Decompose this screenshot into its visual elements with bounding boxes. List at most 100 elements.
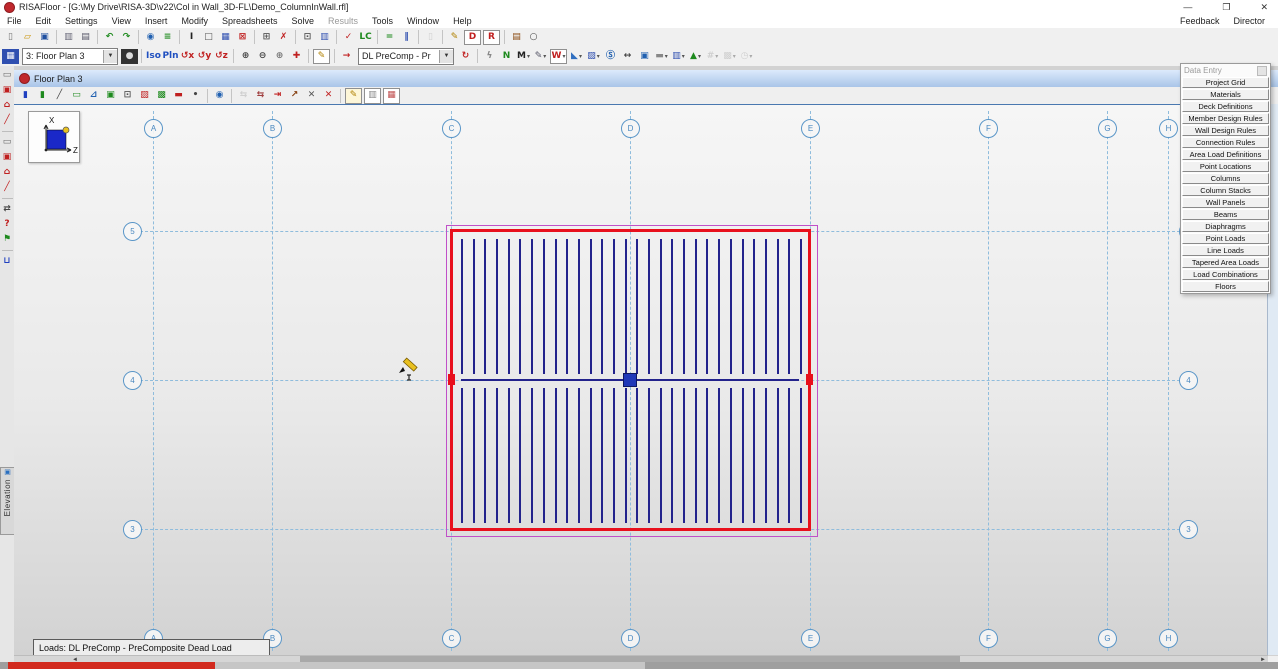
member-query-icon[interactable]: ? bbox=[1, 218, 14, 231]
draw-rectangle-icon[interactable]: ▭ bbox=[68, 89, 85, 103]
open-folder-icon[interactable]: ▱ bbox=[19, 30, 36, 45]
joist-member[interactable] bbox=[496, 239, 498, 374]
data-entry-columns[interactable]: Columns bbox=[1182, 173, 1269, 184]
node-labels-icon[interactable]: N bbox=[498, 49, 515, 64]
copy-icon[interactable]: ▥ bbox=[60, 30, 77, 45]
render-gradient-icon[interactable]: ◣▾ bbox=[568, 49, 585, 64]
data-entry-beams[interactable]: Beams bbox=[1182, 209, 1269, 220]
lock-open-icon[interactable]: ⊔ bbox=[1, 255, 14, 268]
elevation-tab[interactable]: ▣ Elevation bbox=[0, 467, 15, 535]
joist-member[interactable] bbox=[671, 239, 673, 374]
draw-column-blue-icon[interactable]: ▮ bbox=[17, 89, 34, 103]
zoom-select-icon[interactable]: ▣ bbox=[636, 49, 653, 64]
wall-edge-handle[interactable] bbox=[806, 374, 813, 385]
report-editor-icon[interactable]: ✎ bbox=[446, 30, 463, 45]
joist-member[interactable] bbox=[777, 239, 779, 374]
snapshot-camera-icon[interactable]: ● bbox=[121, 49, 138, 64]
joist-member[interactable] bbox=[765, 239, 767, 374]
joist-member[interactable] bbox=[660, 388, 662, 523]
menu-spreadsheets[interactable]: Spreadsheets bbox=[215, 16, 285, 26]
edit-drawing-icon[interactable]: ✎ bbox=[313, 49, 330, 64]
draw-deck-icon[interactable]: ▣ bbox=[102, 89, 119, 103]
joist-member[interactable] bbox=[695, 239, 697, 374]
menu-tools[interactable]: Tools bbox=[365, 16, 400, 26]
member-grid-icon[interactable]: ▦ bbox=[217, 30, 234, 45]
rotate-x-icon[interactable]: ↺x bbox=[179, 49, 196, 64]
joist-member[interactable] bbox=[543, 239, 545, 374]
wall-edge-handle[interactable] bbox=[448, 374, 455, 385]
zoom-window-icon[interactable]: ⊕ bbox=[271, 49, 288, 64]
deflection-display-icon[interactable]: ▲▾ bbox=[687, 49, 704, 64]
joist-member[interactable] bbox=[519, 239, 521, 374]
joist-member[interactable] bbox=[636, 388, 638, 523]
close-button[interactable]: ✕ bbox=[1260, 2, 1268, 13]
data-entry-column-stacks[interactable]: Column Stacks bbox=[1182, 185, 1269, 196]
data-entry-point-locations[interactable]: Point Locations bbox=[1182, 161, 1269, 172]
joist-member[interactable] bbox=[625, 239, 627, 374]
undo-icon[interactable]: ↶ bbox=[101, 30, 118, 45]
modify-columns-icon[interactable]: ▣ bbox=[1, 151, 14, 164]
menu-help[interactable]: Help bbox=[446, 16, 479, 26]
columns-view-icon[interactable]: ▥ bbox=[316, 30, 333, 45]
joist-member[interactable] bbox=[531, 239, 533, 374]
data-entry-tapered-area-loads[interactable]: Tapered Area Loads bbox=[1182, 257, 1269, 268]
apply-loads-icon[interactable]: → bbox=[338, 49, 355, 64]
menu-insert[interactable]: Insert bbox=[138, 16, 175, 26]
zoom-in-icon[interactable]: ⊕ bbox=[237, 49, 254, 64]
data-entry-connection-rules[interactable]: Connection Rules bbox=[1182, 137, 1269, 148]
joist-member[interactable] bbox=[648, 388, 650, 523]
joist-member[interactable] bbox=[683, 239, 685, 374]
restore-button[interactable]: ❒ bbox=[1222, 2, 1230, 13]
joist-member[interactable] bbox=[613, 388, 615, 523]
draw-beam-line-icon[interactable]: ╱ bbox=[51, 89, 68, 103]
menu-solve[interactable]: Solve bbox=[285, 16, 322, 26]
data-entry-project-grid[interactable]: Project Grid bbox=[1182, 77, 1269, 88]
joist-member[interactable] bbox=[648, 239, 650, 374]
joist-member[interactable] bbox=[695, 388, 697, 523]
new-document-icon[interactable]: ▯ bbox=[2, 30, 19, 45]
solve-flag-icon[interactable]: ⚑ bbox=[1, 233, 14, 246]
joist-member[interactable] bbox=[742, 239, 744, 374]
equal-spacing-icon[interactable]: = bbox=[381, 30, 398, 45]
joist-member[interactable] bbox=[800, 388, 802, 523]
minimize-button[interactable]: — bbox=[1183, 2, 1192, 12]
joist-member[interactable] bbox=[788, 388, 790, 523]
split-view-icon[interactable]: ▥ bbox=[364, 88, 381, 104]
draw-node-icon[interactable]: • bbox=[187, 89, 204, 103]
joist-member[interactable] bbox=[765, 388, 767, 523]
joist-member[interactable] bbox=[601, 388, 603, 523]
modify-walls-icon[interactable]: ⌂ bbox=[1, 166, 14, 179]
joist-member[interactable] bbox=[800, 239, 802, 374]
grid-view-icon[interactable]: ▦ bbox=[383, 88, 400, 104]
modify-braces-icon[interactable]: ╱ bbox=[1, 181, 14, 194]
joist-member[interactable] bbox=[601, 239, 603, 374]
draw-load-area-icon[interactable]: ▩ bbox=[153, 89, 170, 103]
blue-bars-icon[interactable]: ‖ bbox=[398, 30, 415, 45]
load-combination-icon[interactable]: LC bbox=[357, 30, 374, 45]
joist-member[interactable] bbox=[496, 388, 498, 523]
joist-member[interactable] bbox=[566, 388, 568, 523]
joist-member[interactable] bbox=[730, 239, 732, 374]
joist-member[interactable] bbox=[753, 388, 755, 523]
draw-braces-icon[interactable]: ╱ bbox=[1, 114, 14, 127]
joist-member[interactable] bbox=[671, 388, 673, 523]
joist-member[interactable] bbox=[578, 239, 580, 374]
data-entry-wall-design-rules[interactable]: Wall Design Rules bbox=[1182, 125, 1269, 136]
joist-member[interactable] bbox=[706, 239, 708, 374]
delete-thin-icon[interactable]: ✕ bbox=[303, 89, 320, 103]
draw-hatch-area-icon[interactable]: ▨ bbox=[136, 89, 153, 103]
data-entry-area-load-definitions[interactable]: Area Load Definitions bbox=[1182, 149, 1269, 160]
model-canvas[interactable]: AABBCCDDEEFFGGHH554433 X Z bbox=[14, 104, 1278, 656]
joist-member[interactable] bbox=[555, 388, 557, 523]
iso-view-icon[interactable]: Iso bbox=[145, 49, 162, 64]
draw-column-green-icon[interactable]: ▮ bbox=[34, 89, 51, 103]
wall-display-icon[interactable]: W▾ bbox=[550, 49, 567, 64]
joist-member[interactable] bbox=[706, 388, 708, 523]
floor-plan-window-titlebar[interactable]: Floor Plan 3 bbox=[14, 70, 1278, 88]
menu-director[interactable]: Director bbox=[1226, 16, 1272, 26]
search-icon[interactable]: ○ bbox=[525, 30, 542, 45]
joist-member[interactable] bbox=[683, 388, 685, 523]
print-icon[interactable]: ▤ bbox=[77, 30, 94, 45]
joist-member[interactable] bbox=[742, 388, 744, 523]
draw-walls-icon[interactable]: ⌂ bbox=[1, 99, 14, 112]
